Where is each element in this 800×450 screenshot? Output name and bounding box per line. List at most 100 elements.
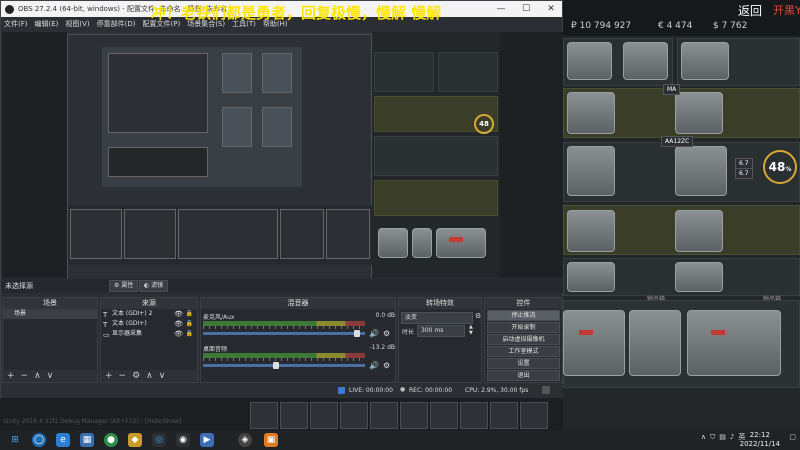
start-recording-button[interactable]: 开始录制: [487, 322, 560, 333]
steam-icon[interactable]: ◎: [152, 433, 166, 447]
speaker-icon[interactable]: 🔊: [369, 329, 379, 338]
duration-field[interactable]: 300 ms: [417, 325, 465, 337]
volume-icon[interactable]: ♪: [730, 433, 734, 441]
menu-profile[interactable]: 配置文件(P): [143, 19, 181, 29]
case-item[interactable]: [567, 42, 612, 80]
menu-help[interactable]: 帮助(H): [263, 19, 288, 29]
eye-icon[interactable]: 👁: [174, 319, 183, 329]
add-icon[interactable]: +: [7, 371, 15, 381]
volume-fader[interactable]: [203, 364, 365, 367]
lock-icon[interactable]: 🔒: [186, 309, 193, 319]
title-bar[interactable]: OBS 27.2.4 (64-bit, windows) - 配置文件: 未命名…: [1, 1, 562, 17]
source-item[interactable]: T 文本 (GDI+) 👁 🔒: [101, 319, 197, 329]
remove-icon[interactable]: −: [21, 371, 29, 381]
stepper-icon[interactable]: ▲ ▼: [469, 324, 473, 336]
source-item[interactable]: ▭ 显示器采集 👁 🔒: [101, 329, 197, 339]
case-item[interactable]: [567, 262, 615, 292]
gear-icon[interactable]: ⚙: [132, 371, 140, 381]
currency-roubles: ₽ 10 794 927: [571, 21, 632, 31]
toolbar-slot[interactable]: [520, 402, 548, 429]
toolbar-slot[interactable]: [400, 402, 428, 429]
eye-icon[interactable]: 👁: [174, 309, 183, 319]
toolbar-slot[interactable]: [310, 402, 338, 429]
maximize-button[interactable]: ☐: [514, 1, 538, 17]
speaker-icon[interactable]: 🔊: [369, 361, 379, 370]
down-icon[interactable]: ∨: [47, 371, 54, 381]
nested-preview-box: [108, 147, 208, 177]
toolbar-slot[interactable]: [430, 402, 458, 429]
lock-icon[interactable]: 🔒: [186, 329, 193, 339]
case-item-large[interactable]: [563, 310, 625, 376]
menu-docks[interactable]: 停靠部件(D): [97, 19, 136, 29]
stop-streaming-button[interactable]: 停止推流: [487, 310, 560, 321]
toolbar-slot[interactable]: [340, 402, 368, 429]
app-icon[interactable]: ▶: [200, 433, 214, 447]
obs-taskbar-icon[interactable]: ◈: [238, 433, 252, 447]
mail-icon[interactable]: ▦: [80, 433, 94, 447]
menu-file[interactable]: 文件(F): [4, 19, 28, 29]
toolbar-slot[interactable]: [250, 402, 278, 429]
close-button[interactable]: ✕: [539, 1, 563, 17]
exit-button[interactable]: 退出: [487, 370, 560, 381]
filters-button[interactable]: ◐ 滤镜: [139, 280, 169, 292]
network-icon[interactable]: ▤: [719, 433, 726, 441]
wechat-icon[interactable]: ●: [104, 433, 118, 447]
remove-icon[interactable]: −: [119, 371, 127, 381]
menu-tools[interactable]: 工具(T): [232, 19, 256, 29]
menu-scene-collection[interactable]: 场景集合(S): [187, 19, 225, 29]
up-icon[interactable]: ∧: [146, 371, 153, 381]
app-icon[interactable]: ◉: [176, 433, 190, 447]
toolbar-slot[interactable]: [280, 402, 308, 429]
gear-icon[interactable]: ⚙: [475, 312, 481, 320]
gear-icon[interactable]: ⚙: [383, 361, 390, 370]
case-item[interactable]: [681, 42, 729, 80]
toolbar-slot[interactable]: [490, 402, 518, 429]
game-taskbar-icon[interactable]: ▣: [264, 433, 278, 447]
case-item[interactable]: [567, 210, 615, 252]
settings-button[interactable]: 设置: [487, 358, 560, 369]
stash-row-olive: [374, 180, 498, 216]
studio-mode-button[interactable]: 工作室模式: [487, 346, 560, 357]
case-item[interactable]: [675, 210, 723, 252]
record-icon: ●: [400, 386, 406, 393]
down-icon[interactable]: ∨: [159, 371, 166, 381]
mixer-dock: 混音器 麦克风/Aux 0.0 dB 🔊 ⚙ 桌面音频 -13.2 dB 🔊 ⚙: [200, 297, 396, 383]
cortana-icon[interactable]: ◯: [32, 433, 46, 447]
add-icon[interactable]: +: [105, 371, 113, 381]
clock[interactable]: 22:12 2022/11/14: [740, 431, 780, 449]
volume-fader[interactable]: [203, 332, 365, 335]
monitor-source-icon: ▭: [103, 331, 110, 339]
back-button[interactable]: 返回: [738, 2, 762, 19]
preview-canvas[interactable]: 48: [2, 32, 563, 278]
case-item[interactable]: [623, 42, 668, 80]
toolbar-slot[interactable]: [460, 402, 488, 429]
case-item[interactable]: [567, 146, 615, 196]
up-icon[interactable]: ∧: [34, 371, 41, 381]
gear-icon[interactable]: ⚙: [383, 329, 390, 338]
source-item[interactable]: T 文本 (GDI+) 2 👁 🔒: [101, 309, 197, 319]
case-item[interactable]: [675, 146, 727, 196]
case-item[interactable]: [567, 92, 615, 134]
scene-item[interactable]: 场景: [3, 309, 97, 319]
properties-button[interactable]: ⚙ 属性: [109, 280, 139, 292]
case-item-large[interactable]: [687, 310, 781, 376]
transition-select[interactable]: 淡变: [401, 312, 473, 324]
toolbar-slot[interactable]: [370, 402, 398, 429]
edge-icon[interactable]: e: [56, 433, 70, 447]
menu-edit[interactable]: 编辑(E): [35, 19, 59, 29]
notification-icon[interactable]: ▢: [789, 433, 796, 441]
minimize-button[interactable]: —: [489, 1, 513, 17]
case-item-large[interactable]: [629, 310, 681, 376]
case-item[interactable]: [675, 92, 723, 134]
fader-knob[interactable]: [354, 330, 361, 337]
fader-knob[interactable]: [273, 362, 280, 369]
qq-icon[interactable]: ◆: [128, 433, 142, 447]
virtual-camera-button[interactable]: 启动虚拟摄像机: [487, 334, 560, 345]
chevron-up-icon[interactable]: ∧: [701, 433, 706, 441]
lock-icon[interactable]: 🔒: [186, 319, 193, 329]
case-item[interactable]: [675, 262, 723, 292]
menu-view[interactable]: 视图(V): [65, 19, 89, 29]
eye-icon[interactable]: 👁: [174, 329, 183, 339]
windows-start-icon[interactable]: ⊞: [8, 433, 22, 447]
filters-label: 滤镜: [151, 282, 164, 289]
